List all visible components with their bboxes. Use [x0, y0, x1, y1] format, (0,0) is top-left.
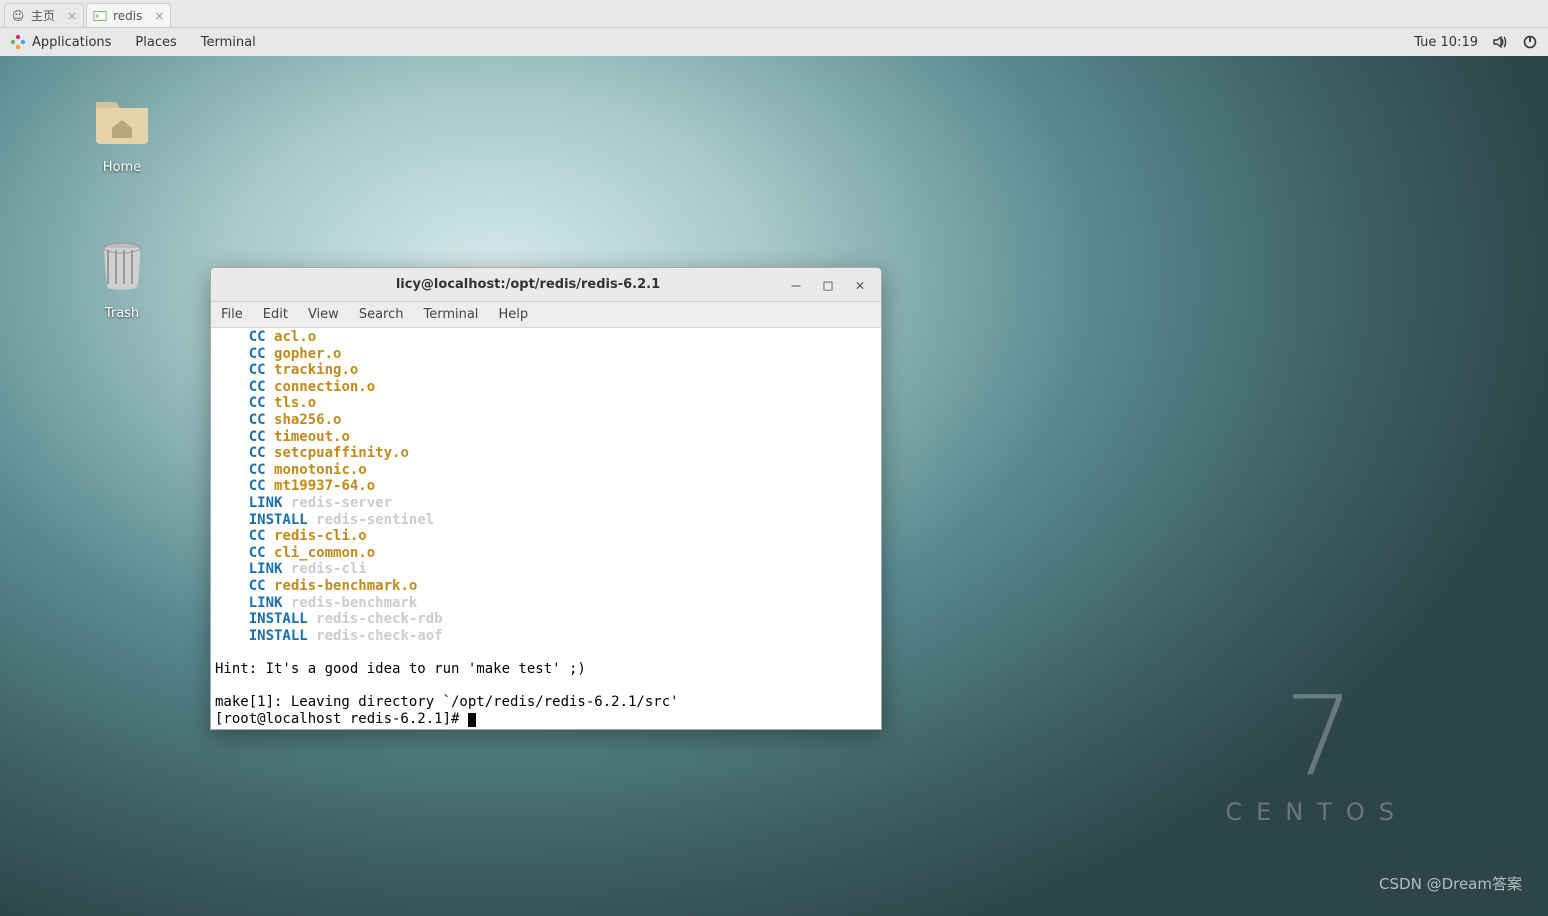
terminal-window: licy@localhost:/opt/redis/redis-6.2.1 — …: [210, 267, 882, 730]
close-icon[interactable]: ×: [154, 9, 164, 23]
clock[interactable]: Tue 10:19: [1414, 35, 1478, 50]
menu-terminal[interactable]: Terminal: [423, 307, 478, 322]
tab-label: redis: [113, 9, 142, 23]
menu-search[interactable]: Search: [359, 307, 404, 322]
browser-tab-redis[interactable]: redis ×: [86, 3, 171, 27]
terminal-menu[interactable]: Terminal: [201, 35, 256, 50]
window-title: licy@localhost:/opt/redis/redis-6.2.1: [281, 277, 775, 292]
browser-tabbar: ☺ 主页 × redis ×: [0, 0, 1548, 28]
menu-edit[interactable]: Edit: [263, 307, 288, 322]
titlebar[interactable]: licy@localhost:/opt/redis/redis-6.2.1 — …: [211, 268, 881, 302]
maximize-button[interactable]: □: [821, 276, 835, 294]
globe-icon: ☺: [11, 9, 25, 23]
power-icon[interactable]: [1522, 34, 1538, 50]
applications-menu[interactable]: Applications: [10, 34, 111, 50]
close-button[interactable]: ✕: [853, 276, 867, 294]
terminal-body[interactable]: CC acl.o CC gopher.o CC tracking.o CC co…: [211, 328, 881, 729]
browser-tab-home[interactable]: ☺ 主页 ×: [4, 3, 84, 27]
gnome-topbar: Applications Places Terminal Tue 10:19: [0, 28, 1548, 56]
menubar: File Edit View Search Terminal Help: [211, 302, 881, 328]
minimize-button[interactable]: —: [789, 276, 803, 294]
tab-label: 主页: [31, 7, 55, 24]
home-folder-icon[interactable]: Home: [72, 88, 172, 175]
close-icon[interactable]: ×: [67, 9, 77, 23]
menu-view[interactable]: View: [308, 307, 339, 322]
menu-file[interactable]: File: [221, 307, 243, 322]
centos-brand: 7 CENTOS: [1225, 692, 1408, 826]
volume-icon[interactable]: [1492, 34, 1508, 50]
places-menu[interactable]: Places: [135, 35, 176, 50]
menu-help[interactable]: Help: [498, 307, 528, 322]
flower-icon: [10, 34, 26, 50]
xterm-icon: [93, 9, 107, 23]
trash-icon[interactable]: Trash: [72, 234, 172, 321]
watermark: CSDN @Dream答案: [1379, 873, 1522, 894]
